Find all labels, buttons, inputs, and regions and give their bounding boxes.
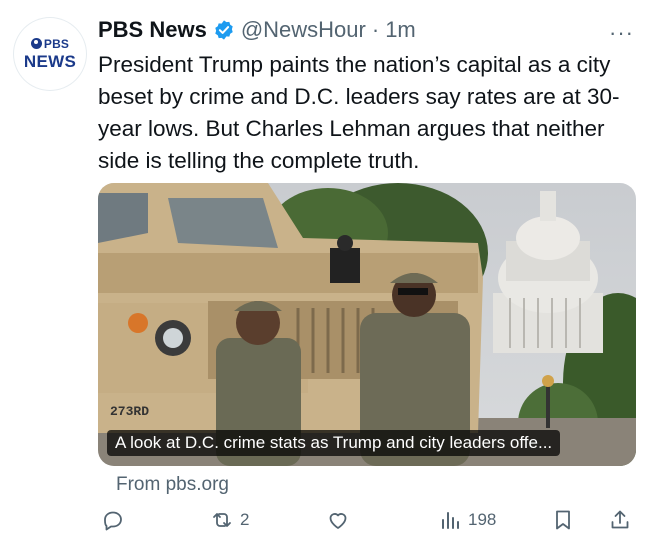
- action-bar: 2 198: [98, 508, 638, 540]
- link-card[interactable]: 273RD A look at D.C. crime stats as Trum…: [98, 183, 636, 466]
- tweet-header: PBS News @NewsHour · 1m: [98, 14, 416, 46]
- timestamp[interactable]: 1m: [385, 17, 416, 43]
- share-icon: [611, 510, 629, 529]
- author-name[interactable]: PBS News: [98, 17, 207, 43]
- repost-button[interactable]: 2: [210, 508, 249, 532]
- repost-count: 2: [240, 510, 250, 529]
- bookmark-button[interactable]: [551, 508, 575, 532]
- reply-icon: [104, 511, 122, 531]
- more-options-icon[interactable]: ···: [609, 20, 634, 46]
- bookmark-icon: [556, 510, 570, 530]
- pbs-logo: PBS: [30, 37, 69, 51]
- avatar-news-text: NEWS: [23, 51, 77, 71]
- tweet-text: President Trump paints the nation’s capi…: [98, 52, 620, 173]
- like-button[interactable]: [326, 508, 350, 532]
- views-icon: [442, 512, 459, 529]
- card-image: 273RD: [98, 183, 636, 466]
- heart-icon: [329, 513, 347, 529]
- separator-dot: ·: [371, 17, 380, 42]
- repost-icon: [213, 513, 231, 527]
- pbs-head-icon: [30, 38, 42, 49]
- share-button[interactable]: [608, 508, 632, 532]
- author-handle[interactable]: @NewsHour: [241, 17, 366, 43]
- card-source[interactable]: From pbs.org: [116, 474, 229, 496]
- reply-button[interactable]: [101, 508, 125, 532]
- vehicle-marking: 273RD: [110, 404, 149, 419]
- verified-badge-icon: [215, 20, 233, 40]
- avatar[interactable]: PBS NEWS: [14, 18, 86, 90]
- card-caption: A look at D.C. crime stats as Trump and …: [107, 430, 561, 456]
- views-count: 198: [468, 510, 497, 529]
- views-button[interactable]: 198: [438, 508, 496, 532]
